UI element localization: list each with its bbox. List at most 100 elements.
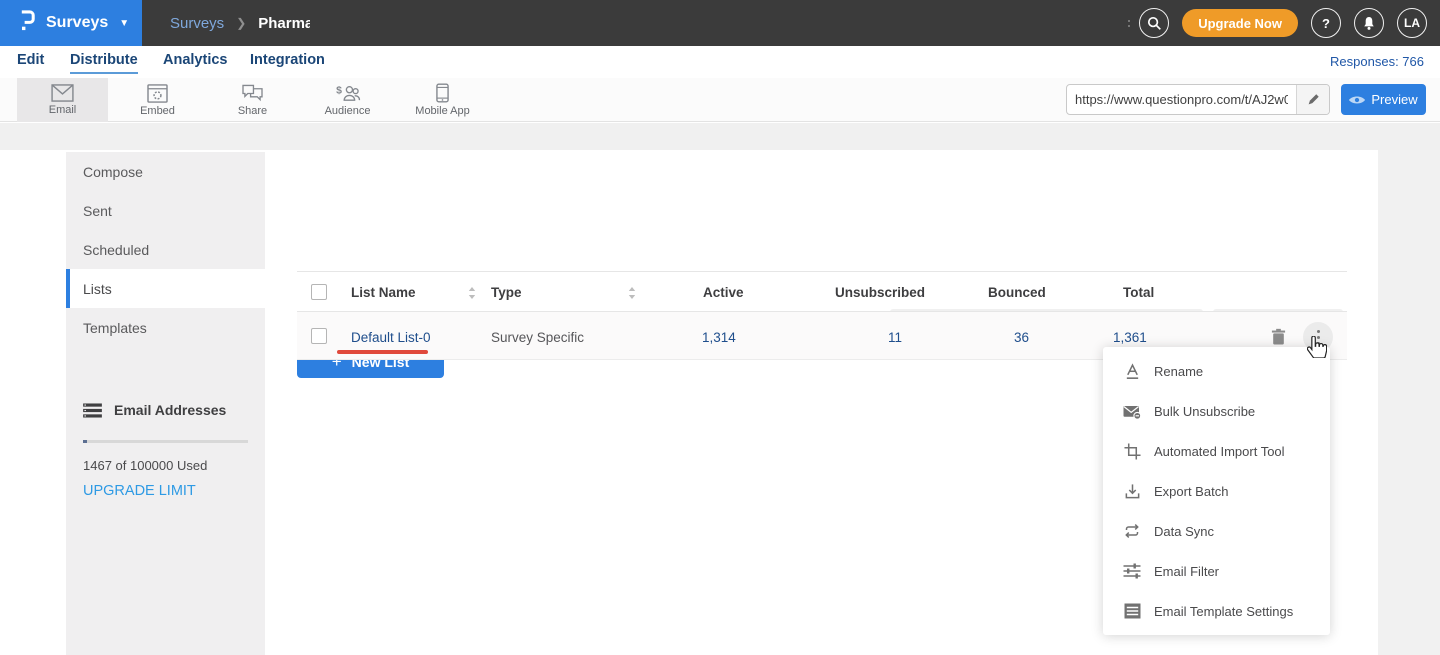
channel-mobile-app[interactable]: Mobile App xyxy=(397,78,488,122)
list-actions-menu: Rename Bulk Unsubscribe Automated Impo xyxy=(1103,347,1330,635)
channel-share[interactable]: Share xyxy=(207,78,298,122)
email-addresses-panel: Email Addresses 1467 of 100000 Used UPGR… xyxy=(66,402,265,500)
sidebar-item-label: Compose xyxy=(83,164,143,180)
breadcrumb-separator: ❯ xyxy=(236,16,246,30)
edit-url-button[interactable] xyxy=(1296,85,1329,114)
usage-progress-fill xyxy=(83,440,87,443)
channel-label: Email xyxy=(49,104,77,116)
menu-item-label: Data Sync xyxy=(1154,524,1214,539)
list-type-cell: Survey Specific xyxy=(491,330,584,345)
total-count-link[interactable]: 1,361 xyxy=(1113,330,1147,345)
channel-label: Audience xyxy=(325,105,371,117)
bulk-unsubscribe-icon xyxy=(1123,402,1141,420)
table-top-border xyxy=(297,271,1347,272)
toolbar-shadow-band xyxy=(0,123,1440,150)
col-header-type[interactable]: Type xyxy=(491,285,522,300)
trash-icon xyxy=(1271,328,1286,345)
tab-analytics[interactable]: Analytics xyxy=(163,52,227,72)
menu-item-email-filter[interactable]: Email Filter xyxy=(1103,551,1330,591)
help-button[interactable]: ? xyxy=(1311,8,1341,38)
breadcrumb-surveys-link[interactable]: Surveys xyxy=(170,15,224,32)
eye-icon xyxy=(1349,95,1365,105)
menu-item-bulk-unsubscribe[interactable]: Bulk Unsubscribe xyxy=(1103,391,1330,431)
survey-url-input[interactable] xyxy=(1067,85,1296,114)
menu-item-label: Automated Import Tool xyxy=(1154,444,1285,459)
row-checkbox[interactable] xyxy=(311,328,327,344)
email-filter-icon xyxy=(1123,562,1141,580)
email-sidebar: Compose Sent Scheduled Lists Templates xyxy=(66,152,265,655)
page-gutter xyxy=(1378,150,1440,655)
menu-item-label: Rename xyxy=(1154,364,1203,379)
menu-item-label: Export Batch xyxy=(1154,484,1228,499)
embed-icon xyxy=(147,84,168,103)
sidebar-item-templates[interactable]: Templates xyxy=(66,308,265,347)
select-all-checkbox[interactable] xyxy=(311,284,327,300)
list-name-link[interactable]: Default List-0 xyxy=(351,330,431,345)
email-addresses-title: Email Addresses xyxy=(114,402,226,418)
svg-text:$: $ xyxy=(336,85,342,96)
rename-icon xyxy=(1123,362,1141,380)
bell-icon xyxy=(1362,16,1376,31)
channel-label: Mobile App xyxy=(415,105,469,117)
menu-item-label: Email Template Settings xyxy=(1154,604,1293,619)
bounced-count-link[interactable]: 36 xyxy=(1014,330,1029,345)
upgrade-limit-link[interactable]: UPGRADE LIMIT xyxy=(83,483,196,499)
sidebar-item-label: Templates xyxy=(83,320,147,336)
hidden-menu-dots-icon xyxy=(1128,20,1131,27)
product-switcher[interactable]: Surveys ▼ xyxy=(0,0,142,46)
list-icon xyxy=(83,403,102,418)
questionpro-app: Surveys ▼ Surveys ❯ Pharma Upgrade Now ? xyxy=(0,0,1440,655)
active-count-link[interactable]: 1,314 xyxy=(702,330,736,345)
delete-list-button[interactable] xyxy=(1269,328,1287,346)
sort-type-icon[interactable] xyxy=(628,286,636,304)
audience-icon: $ xyxy=(335,84,361,103)
top-bar: Surveys ▼ Surveys ❯ Pharma Upgrade Now ? xyxy=(0,0,1440,46)
questionpro-logo-icon xyxy=(18,8,37,38)
tab-edit[interactable]: Edit xyxy=(17,52,44,72)
channel-email[interactable]: Email xyxy=(17,78,108,122)
tab-distribute[interactable]: Distribute xyxy=(70,52,138,74)
col-header-active: Active xyxy=(703,285,744,300)
menu-item-label: Email Filter xyxy=(1154,564,1219,579)
automated-import-icon xyxy=(1123,442,1141,460)
mobile-phone-icon xyxy=(436,83,449,103)
preview-label: Preview xyxy=(1371,92,1417,107)
annotation-underline xyxy=(337,350,428,354)
upgrade-now-button[interactable]: Upgrade Now xyxy=(1182,9,1298,37)
survey-tab-bar: Edit Distribute Analytics Integration Re… xyxy=(0,46,1440,78)
sidebar-item-scheduled[interactable]: Scheduled xyxy=(66,230,265,269)
menu-item-email-template-settings[interactable]: Email Template Settings xyxy=(1103,591,1330,631)
topbar-actions: Upgrade Now ? LA xyxy=(1128,0,1440,46)
notifications-button[interactable] xyxy=(1354,8,1384,38)
preview-button[interactable]: Preview xyxy=(1341,84,1426,115)
email-template-settings-icon xyxy=(1123,602,1141,620)
channel-embed[interactable]: Embed xyxy=(112,78,203,122)
avatar[interactable]: LA xyxy=(1397,8,1427,38)
sidebar-item-compose[interactable]: Compose xyxy=(66,152,265,191)
usage-text: 1467 of 100000 Used xyxy=(83,458,265,473)
sidebar-item-label: Lists xyxy=(83,281,112,297)
channel-audience[interactable]: $ Audience xyxy=(302,78,393,122)
sort-list-name-icon[interactable] xyxy=(468,286,476,304)
sidebar-item-lists[interactable]: Lists xyxy=(66,269,265,308)
share-icon xyxy=(241,84,264,103)
usage-progress-bar xyxy=(83,440,248,443)
search-button[interactable] xyxy=(1139,8,1169,38)
col-header-list-name[interactable]: List Name xyxy=(351,285,416,300)
channel-label: Embed xyxy=(140,105,175,117)
sidebar-item-label: Sent xyxy=(83,203,112,219)
product-name: Surveys xyxy=(46,14,108,32)
menu-item-label: Bulk Unsubscribe xyxy=(1154,404,1255,419)
menu-item-data-sync[interactable]: Data Sync xyxy=(1103,511,1330,551)
breadcrumb-survey-name: Pharma xyxy=(258,15,310,32)
pencil-icon xyxy=(1307,93,1320,106)
responses-count[interactable]: Responses: 766 xyxy=(1330,54,1424,69)
tab-integration[interactable]: Integration xyxy=(250,52,325,72)
unsubscribed-count-link[interactable]: 11 xyxy=(888,330,902,345)
menu-item-rename[interactable]: Rename xyxy=(1103,351,1330,391)
survey-url-group xyxy=(1066,84,1330,115)
menu-item-automated-import-tool[interactable]: Automated Import Tool xyxy=(1103,431,1330,471)
sidebar-item-sent[interactable]: Sent xyxy=(66,191,265,230)
email-icon xyxy=(51,84,74,102)
menu-item-export-batch[interactable]: Export Batch xyxy=(1103,471,1330,511)
